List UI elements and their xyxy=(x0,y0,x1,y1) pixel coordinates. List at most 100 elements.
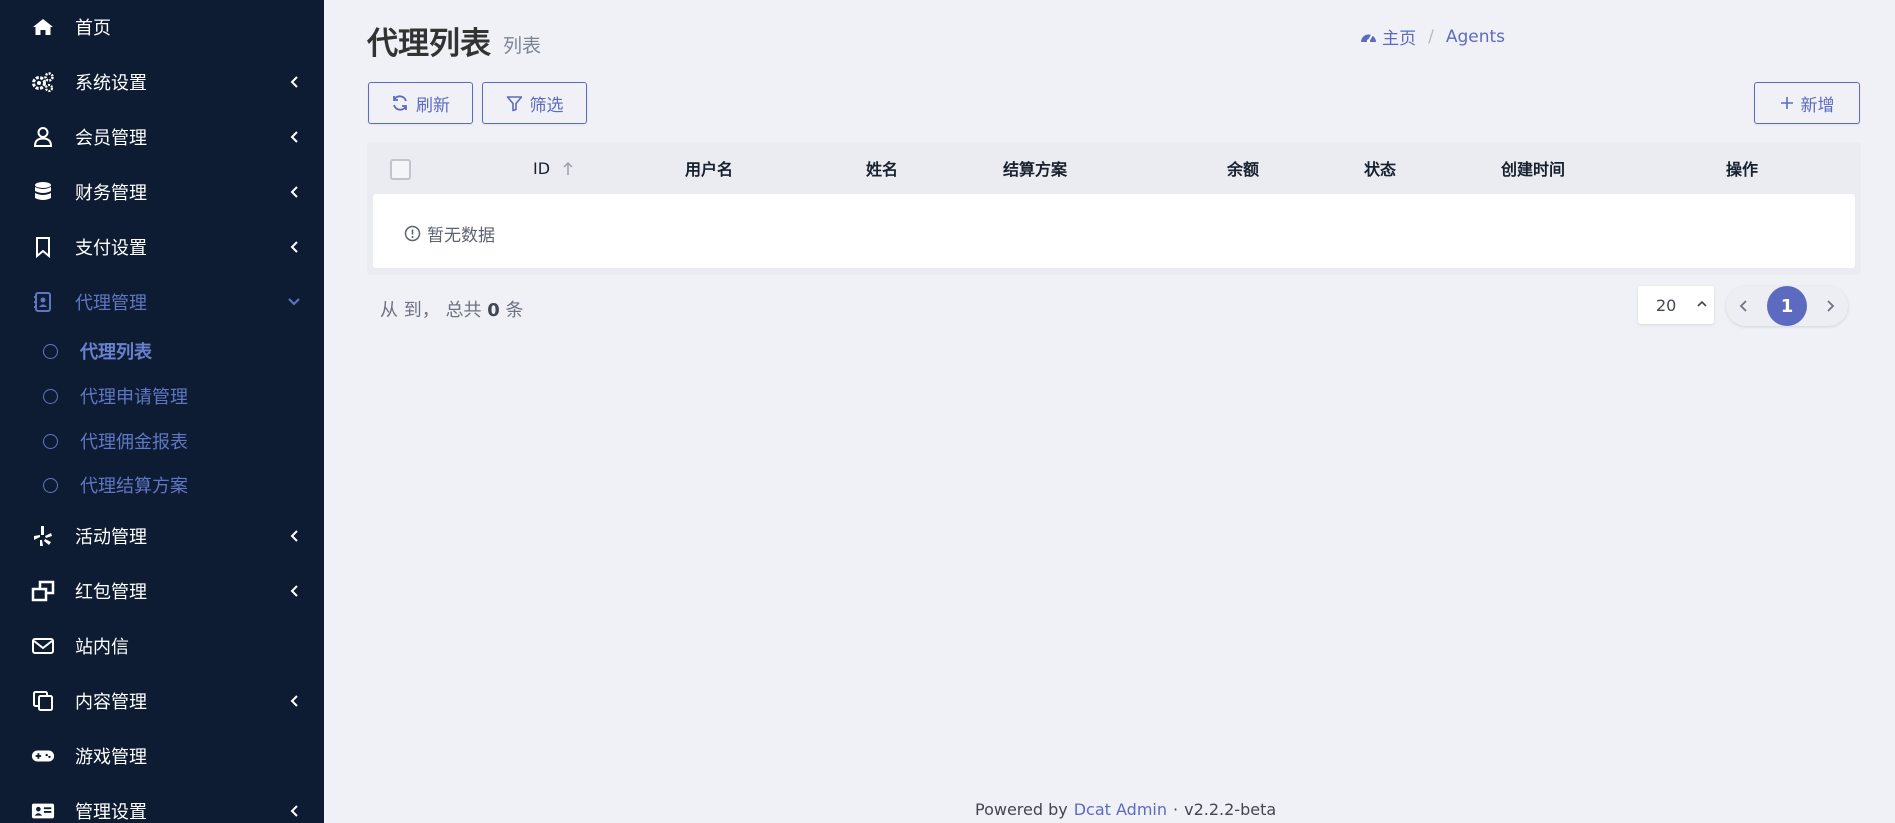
sidebar-item-label: 支付设置 xyxy=(75,238,147,259)
results-summary: 从 到， 总共 0 条 xyxy=(380,296,523,322)
chevron-left-icon xyxy=(287,694,301,708)
breadcrumb-home[interactable]: 主页 xyxy=(1360,24,1416,49)
bookmark-icon xyxy=(31,235,55,259)
column-header-created-at: 创建时间 xyxy=(1501,160,1566,179)
page-button-current[interactable]: 1 xyxy=(1767,286,1807,326)
pagination: 1 xyxy=(1726,286,1848,326)
sidebar-item-label: 游戏管理 xyxy=(75,747,147,768)
contact-book-icon xyxy=(31,290,55,314)
chevron-left-icon xyxy=(1739,300,1747,312)
chevron-left-icon xyxy=(287,75,301,89)
add-new-button-label: 新增 xyxy=(1800,95,1835,116)
sidebar-item-label: 红包管理 xyxy=(75,582,147,603)
chevron-left-icon xyxy=(287,804,301,818)
home-icon xyxy=(31,15,55,39)
dashboard-icon xyxy=(1361,34,1377,43)
gears-icon xyxy=(31,70,55,94)
sidebar-subitem-agent-list[interactable]: 代理列表 xyxy=(0,333,324,369)
sidebar-item-finance-management[interactable]: 财务管理 xyxy=(0,172,324,212)
column-header-actions: 操作 xyxy=(1726,160,1759,179)
sidebar-item-label: 站内信 xyxy=(75,637,129,658)
per-page-select[interactable]: 20 xyxy=(1638,286,1714,324)
sidebar-item-label: 系统设置 xyxy=(75,73,147,94)
footer: Powered by Dcat Admin · v2.2.2-beta xyxy=(975,800,1276,819)
yelp-icon xyxy=(31,524,55,548)
refresh-icon xyxy=(393,95,407,111)
gamepad-icon xyxy=(31,744,55,768)
add-new-button[interactable]: 新增 xyxy=(1754,82,1860,124)
sidebar-item-label: 财务管理 xyxy=(75,183,147,204)
chevron-up-icon xyxy=(1697,300,1707,307)
sidebar-item-label: 会员管理 xyxy=(75,128,147,149)
filter-button[interactable]: 筛选 xyxy=(482,82,587,124)
summary-prefix: 从 到， 总共 xyxy=(380,300,482,321)
sidebar-subitem-agent-settlement-plans[interactable]: 代理结算方案 xyxy=(0,467,324,503)
database-icon xyxy=(31,180,55,204)
circle-icon xyxy=(43,433,58,449)
sidebar-item-content-management[interactable]: 内容管理 xyxy=(0,681,324,721)
copy-icon xyxy=(31,689,55,713)
circle-icon xyxy=(43,477,58,493)
column-header-label: ID xyxy=(533,158,551,178)
info-circle-icon xyxy=(404,225,421,242)
sidebar-item-label: 首页 xyxy=(75,18,111,39)
select-all-checkbox[interactable] xyxy=(390,159,411,180)
column-header-status: 状态 xyxy=(1364,160,1397,179)
table-body: 暂无数据 xyxy=(373,194,1855,268)
sidebar-item-red-packet-management[interactable]: 红包管理 xyxy=(0,571,324,611)
sort-arrow-up-icon[interactable] xyxy=(562,161,574,176)
page-title: 代理列表 xyxy=(367,26,491,62)
user-icon xyxy=(31,125,55,149)
breadcrumb-separator: / xyxy=(1428,26,1434,47)
column-header-name: 姓名 xyxy=(866,160,899,179)
footer-dot: · xyxy=(1173,800,1179,819)
sidebar-subitem-agent-applications[interactable]: 代理申请管理 xyxy=(0,378,324,414)
sidebar-item-site-messages[interactable]: 站内信 xyxy=(0,626,324,666)
sidebar-item-game-management[interactable]: 游戏管理 xyxy=(0,736,324,776)
sidebar-item-member-management[interactable]: 会员管理 xyxy=(0,117,324,157)
column-header-id[interactable]: ID xyxy=(533,142,574,194)
summary-suffix: 条 xyxy=(505,300,524,321)
sidebar-item-label: 内容管理 xyxy=(75,692,147,713)
sidebar-item-system-settings[interactable]: 系统设置 xyxy=(0,62,324,102)
plus-icon xyxy=(1780,97,1793,109)
next-page-button[interactable] xyxy=(1820,296,1840,316)
circle-icon xyxy=(43,388,58,404)
empty-state: 暂无数据 xyxy=(404,221,495,246)
page-subtitle: 列表 xyxy=(503,35,542,57)
sidebar-item-activity-management[interactable]: 活动管理 xyxy=(0,516,324,556)
data-table: ID 用户名 姓名 结算方案 余额 状态 创建时间 操作 暂无数据 xyxy=(367,142,1861,275)
sidebar-subitem-agent-commission-report[interactable]: 代理佣金报表 xyxy=(0,423,324,459)
breadcrumb-home-label: 主页 xyxy=(1382,29,1417,49)
sidebar-subitem-label: 代理佣金报表 xyxy=(80,432,188,453)
sidebar: 首页 系统设置 会员管理 财务管理 支付设置 代理管理 代理列表 代理申请管理 … xyxy=(0,0,324,823)
sidebar-item-home[interactable]: 首页 xyxy=(0,7,324,47)
envelope-icon xyxy=(31,634,55,658)
filter-button-label: 筛选 xyxy=(529,95,564,116)
sidebar-item-label: 活动管理 xyxy=(75,527,147,548)
footer-dcat-admin-link[interactable]: Dcat Admin xyxy=(1074,800,1167,819)
per-page-value: 20 xyxy=(1656,295,1677,315)
footer-version: v2.2.2-beta xyxy=(1184,800,1277,819)
chevron-left-icon xyxy=(287,240,301,254)
circle-icon xyxy=(43,343,58,359)
sidebar-item-admin-settings[interactable]: 管理设置 xyxy=(0,791,324,823)
breadcrumb: 主页 / Agents xyxy=(1360,24,1505,49)
sidebar-subitem-label: 代理结算方案 xyxy=(80,476,188,497)
sidebar-item-agent-management[interactable]: 代理管理 xyxy=(0,282,324,322)
breadcrumb-current: Agents xyxy=(1445,26,1505,47)
sidebar-item-label: 管理设置 xyxy=(75,802,147,823)
chevron-right-icon xyxy=(1827,300,1835,312)
column-header-settlement-plan: 结算方案 xyxy=(1003,160,1068,179)
summary-total: 0 xyxy=(487,300,500,321)
refresh-button-label: 刷新 xyxy=(416,95,450,116)
sidebar-item-payment-settings[interactable]: 支付设置 xyxy=(0,227,324,267)
column-header-balance: 余额 xyxy=(1227,160,1260,179)
refresh-button[interactable]: 刷新 xyxy=(368,82,473,124)
id-card-icon xyxy=(31,799,55,823)
windows-restore-icon xyxy=(31,579,55,603)
chevron-left-icon xyxy=(287,130,301,144)
filter-icon xyxy=(506,95,522,111)
prev-page-button[interactable] xyxy=(1734,296,1754,316)
empty-state-text: 暂无数据 xyxy=(427,226,495,246)
